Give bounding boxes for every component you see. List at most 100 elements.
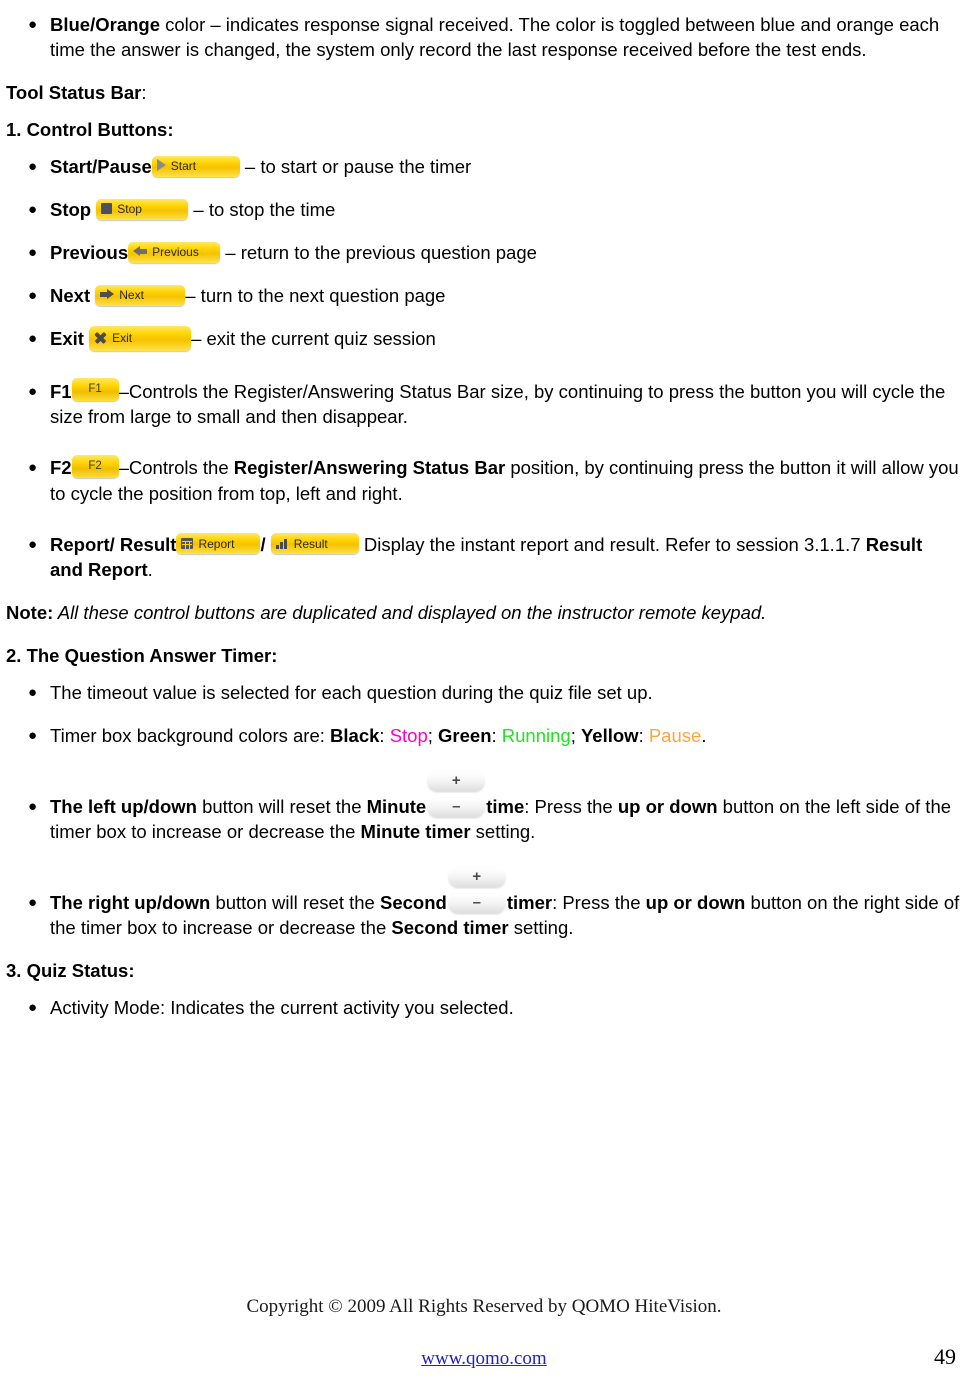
exit-button-label: Exit [112,330,133,345]
report-result-description-b: . [147,558,153,580]
sep-colon-2: : [491,724,502,746]
sep-semicolon-1: ; [427,724,439,746]
timer-colors-lead: Timer box background colors are: [50,724,331,746]
time-bold: time [486,795,525,817]
bar-chart-icon [275,538,289,549]
activity-mode-text: Activity Mode: Indicates the current act… [50,996,514,1018]
second-bold: Second [379,891,447,913]
minute-decrease-button[interactable]: – [428,797,485,817]
sep-semicolon-2: ; [570,724,581,746]
list-item-left-updown: The left up/down button will reset the M… [6,767,960,844]
section-heading-question-answer-timer: 2. The Question Answer Timer: [6,644,278,666]
section-heading-tool-status-bar: Tool Status Bar: [6,80,960,105]
document-page: Blue/Orange color – indicates response s… [0,0,968,1396]
bullet-marker [28,532,50,557]
square-stop-icon [101,202,113,214]
report-result-description-a: Display the instant report and result. R… [358,533,866,555]
section-heading-control-buttons: 1. Control Buttons: [6,119,174,140]
list-item-timer-colors: Timer box background colors are: Black: … [6,723,960,748]
minute-stepper[interactable]: + – [426,767,487,820]
start-pause-description: – to start or pause the timer [239,156,472,177]
bullet-marker [28,240,50,265]
section-heading-quiz-status: 3. Quiz Status: [6,959,135,981]
right-updown-text-b: : Press the [552,891,646,913]
next-description: – turn to the next question page [185,285,446,306]
left-updown-text-b: : Press the [524,795,618,817]
list-item-activity-mode: Activity Mode: Indicates the current act… [6,995,960,1020]
black-label: Black [330,724,380,746]
bullet-marker [28,723,50,748]
report-result-label: Report/ Result [50,533,177,555]
f2-button-label: F2 [88,459,102,472]
bullet-marker [28,154,50,179]
note-paragraph: Note: All these control buttons are dupl… [6,600,960,625]
list-item: Blue/Orange color – indicates response s… [6,12,960,62]
arrow-left-icon [133,245,148,257]
timer-bold: timer [506,891,553,913]
footer-website-link[interactable]: www.qomo.com [421,1348,546,1369]
previous-label: Previous [50,242,129,263]
f2-button[interactable]: F2 [71,454,119,478]
left-updown-text-a: button will reset the [196,795,367,817]
previous-button-label: Previous [152,244,199,259]
pause-status-value: Pause [648,724,702,746]
up-or-down-bold-left: up or down [617,795,718,817]
stop-button[interactable]: Stop [96,198,189,220]
stop-label: Stop [50,199,92,220]
f1-button-label: F1 [88,383,102,396]
result-button[interactable]: Result [270,533,359,555]
yellow-label: Yellow [580,724,639,746]
next-button-label: Next [119,287,144,302]
second-increase-button[interactable]: + [448,867,505,887]
right-updown-text-a: button will reset the [210,891,380,913]
play-icon [156,159,166,172]
intro-bullet-body: color – indicates response signal receiv… [50,14,940,60]
bullet-marker [28,794,50,819]
note-label: Note: [6,601,54,623]
note-text: All these control buttons are duplicated… [53,601,767,623]
f1-label: F1 [50,380,72,402]
stop-button-label: Stop [117,201,142,216]
minute-timer-bold: Minute timer [360,820,471,842]
timeout-text: The timeout value is selected for each q… [50,681,653,703]
exit-description: – exit the current quiz session [191,328,436,349]
list-item-timeout: The timeout value is selected for each q… [6,680,960,705]
f2-label: F2 [50,457,72,479]
second-decrease-button[interactable]: – [448,893,505,913]
list-item-stop: Stop Stop – to stop the time [6,197,960,222]
green-label: Green [438,724,492,746]
tool-status-bar-colon: : [141,82,147,103]
arrow-right-icon [100,288,115,300]
start-pause-label: Start/Pause [50,156,152,177]
exit-label: Exit [50,328,84,349]
start-button[interactable]: Start [151,155,240,177]
bullet-marker [28,379,50,404]
grid-table-icon [181,537,194,549]
stop-description: – to stop the time [188,199,336,220]
report-button-label: Report [198,536,235,551]
right-updown-text-d: setting. [508,916,574,938]
report-button[interactable]: Report [176,533,261,555]
second-stepper[interactable]: + – [446,863,507,916]
up-or-down-bold-right: up or down [645,891,746,913]
second-timer-bold: Second timer [391,916,509,938]
list-item-exit: Exit Exit – exit the current quiz session [6,325,960,353]
start-button-label: Start [170,158,197,173]
bullet-marker [28,326,50,351]
sep-colon-1: : [379,724,390,746]
f2-description-a: –Controls the [118,457,234,479]
x-close-icon [94,331,107,344]
bullet-marker [28,890,50,915]
report-result-separator: / [260,533,266,555]
minute-increase-button[interactable]: + [428,771,485,791]
list-item-previous: Previous Previous – return to the previou… [6,240,960,265]
bullet-marker [28,283,50,308]
f1-button[interactable]: F1 [71,378,119,402]
exit-button[interactable]: Exit [89,325,192,351]
next-button[interactable]: Next [95,284,186,306]
list-item-f1: F1 F1–Controls the Register/Answering Sta… [6,378,960,430]
intro-bullet-text: Blue/Orange color – indicates response s… [50,12,960,62]
bullet-marker [28,680,50,705]
previous-button[interactable]: Previous [128,241,221,263]
next-label: Next [50,285,91,306]
